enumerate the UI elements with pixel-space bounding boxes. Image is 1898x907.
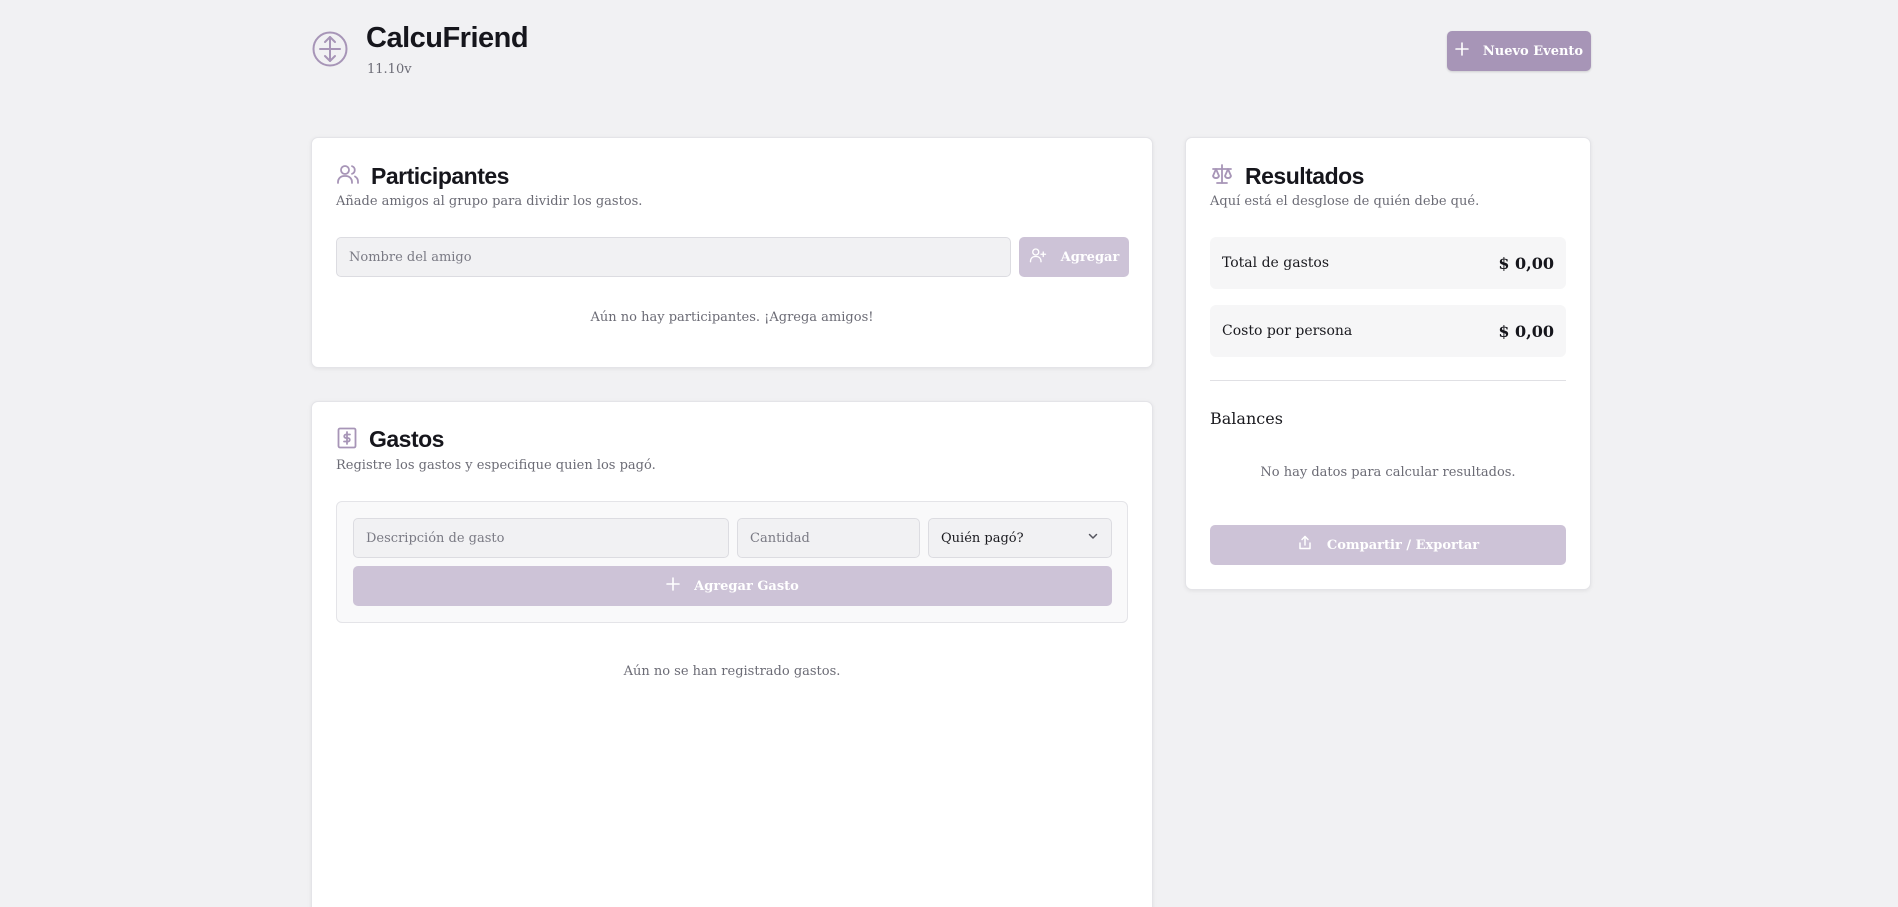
- app-title: CalcuFriend: [366, 22, 529, 54]
- results-divider: [1210, 380, 1566, 381]
- share-export-button[interactable]: Compartir / Exportar: [1210, 525, 1566, 565]
- app-version: 11.10v: [367, 62, 412, 77]
- participants-card: Participantes Añade amigos al grupo para…: [311, 137, 1153, 368]
- chevron-down-icon: [1087, 530, 1099, 546]
- expense-description-input[interactable]: [353, 518, 729, 558]
- app-logo-icon: [311, 30, 349, 68]
- user-plus-icon: [1029, 246, 1047, 268]
- new-event-label: Nuevo Evento: [1482, 43, 1584, 59]
- plus-icon: [1455, 42, 1469, 60]
- participants-subtitle: Añade amigos al grupo para dividir los g…: [336, 194, 643, 209]
- add-expense-button[interactable]: Agregar Gasto: [353, 566, 1112, 606]
- share-icon: [1297, 535, 1313, 555]
- share-export-label: Compartir / Exportar: [1326, 537, 1480, 553]
- scale-icon: [1210, 162, 1234, 190]
- participants-title: Participantes: [371, 162, 509, 189]
- expense-amount-input[interactable]: [737, 518, 920, 558]
- add-expense-label: Agregar Gasto: [694, 578, 799, 594]
- payer-select[interactable]: Quién pagó?: [928, 518, 1112, 558]
- add-participant-label: Agregar: [1060, 249, 1120, 265]
- total-expenses-label: Total de gastos: [1222, 255, 1330, 271]
- new-event-button[interactable]: Nuevo Evento: [1447, 31, 1591, 71]
- expenses-card: Gastos Registre los gastos y especifique…: [311, 401, 1153, 907]
- cost-per-person-value: $ 0,00: [1498, 321, 1554, 341]
- results-title: Resultados: [1245, 162, 1364, 189]
- expense-form: Quién pagó? Agregar Gasto: [336, 501, 1128, 623]
- expenses-title: Gastos: [369, 426, 444, 452]
- payer-select-value: Quién pagó?: [941, 530, 1024, 546]
- total-expenses-value: $ 0,00: [1498, 253, 1554, 273]
- total-expenses-row: Total de gastos $ 0,00: [1210, 237, 1566, 289]
- users-icon: [336, 162, 360, 190]
- cost-per-person-row: Costo por persona $ 0,00: [1210, 305, 1566, 357]
- participants-empty-text: Aún no hay participantes. ¡Agrega amigos…: [590, 310, 874, 325]
- add-participant-button[interactable]: Agregar: [1019, 237, 1129, 277]
- results-empty-text: No hay datos para calcular resultados.: [1260, 465, 1516, 480]
- expenses-subtitle: Registre los gastos y especifique quien …: [336, 458, 656, 473]
- receipt-dollar-icon: [336, 427, 358, 453]
- plus-icon: [666, 577, 680, 595]
- friend-name-input[interactable]: [336, 237, 1011, 277]
- results-subtitle: Aquí está el desglose de quién debe qué.: [1210, 194, 1480, 209]
- balances-title: Balances: [1210, 409, 1283, 428]
- cost-per-person-label: Costo por persona: [1222, 323, 1353, 339]
- results-card: Resultados Aquí está el desglose de quié…: [1185, 137, 1591, 590]
- expenses-empty-text: Aún no se han registrado gastos.: [623, 664, 841, 679]
- app-header: CalcuFriend 11.10v Nuevo Evento: [311, 22, 1591, 82]
